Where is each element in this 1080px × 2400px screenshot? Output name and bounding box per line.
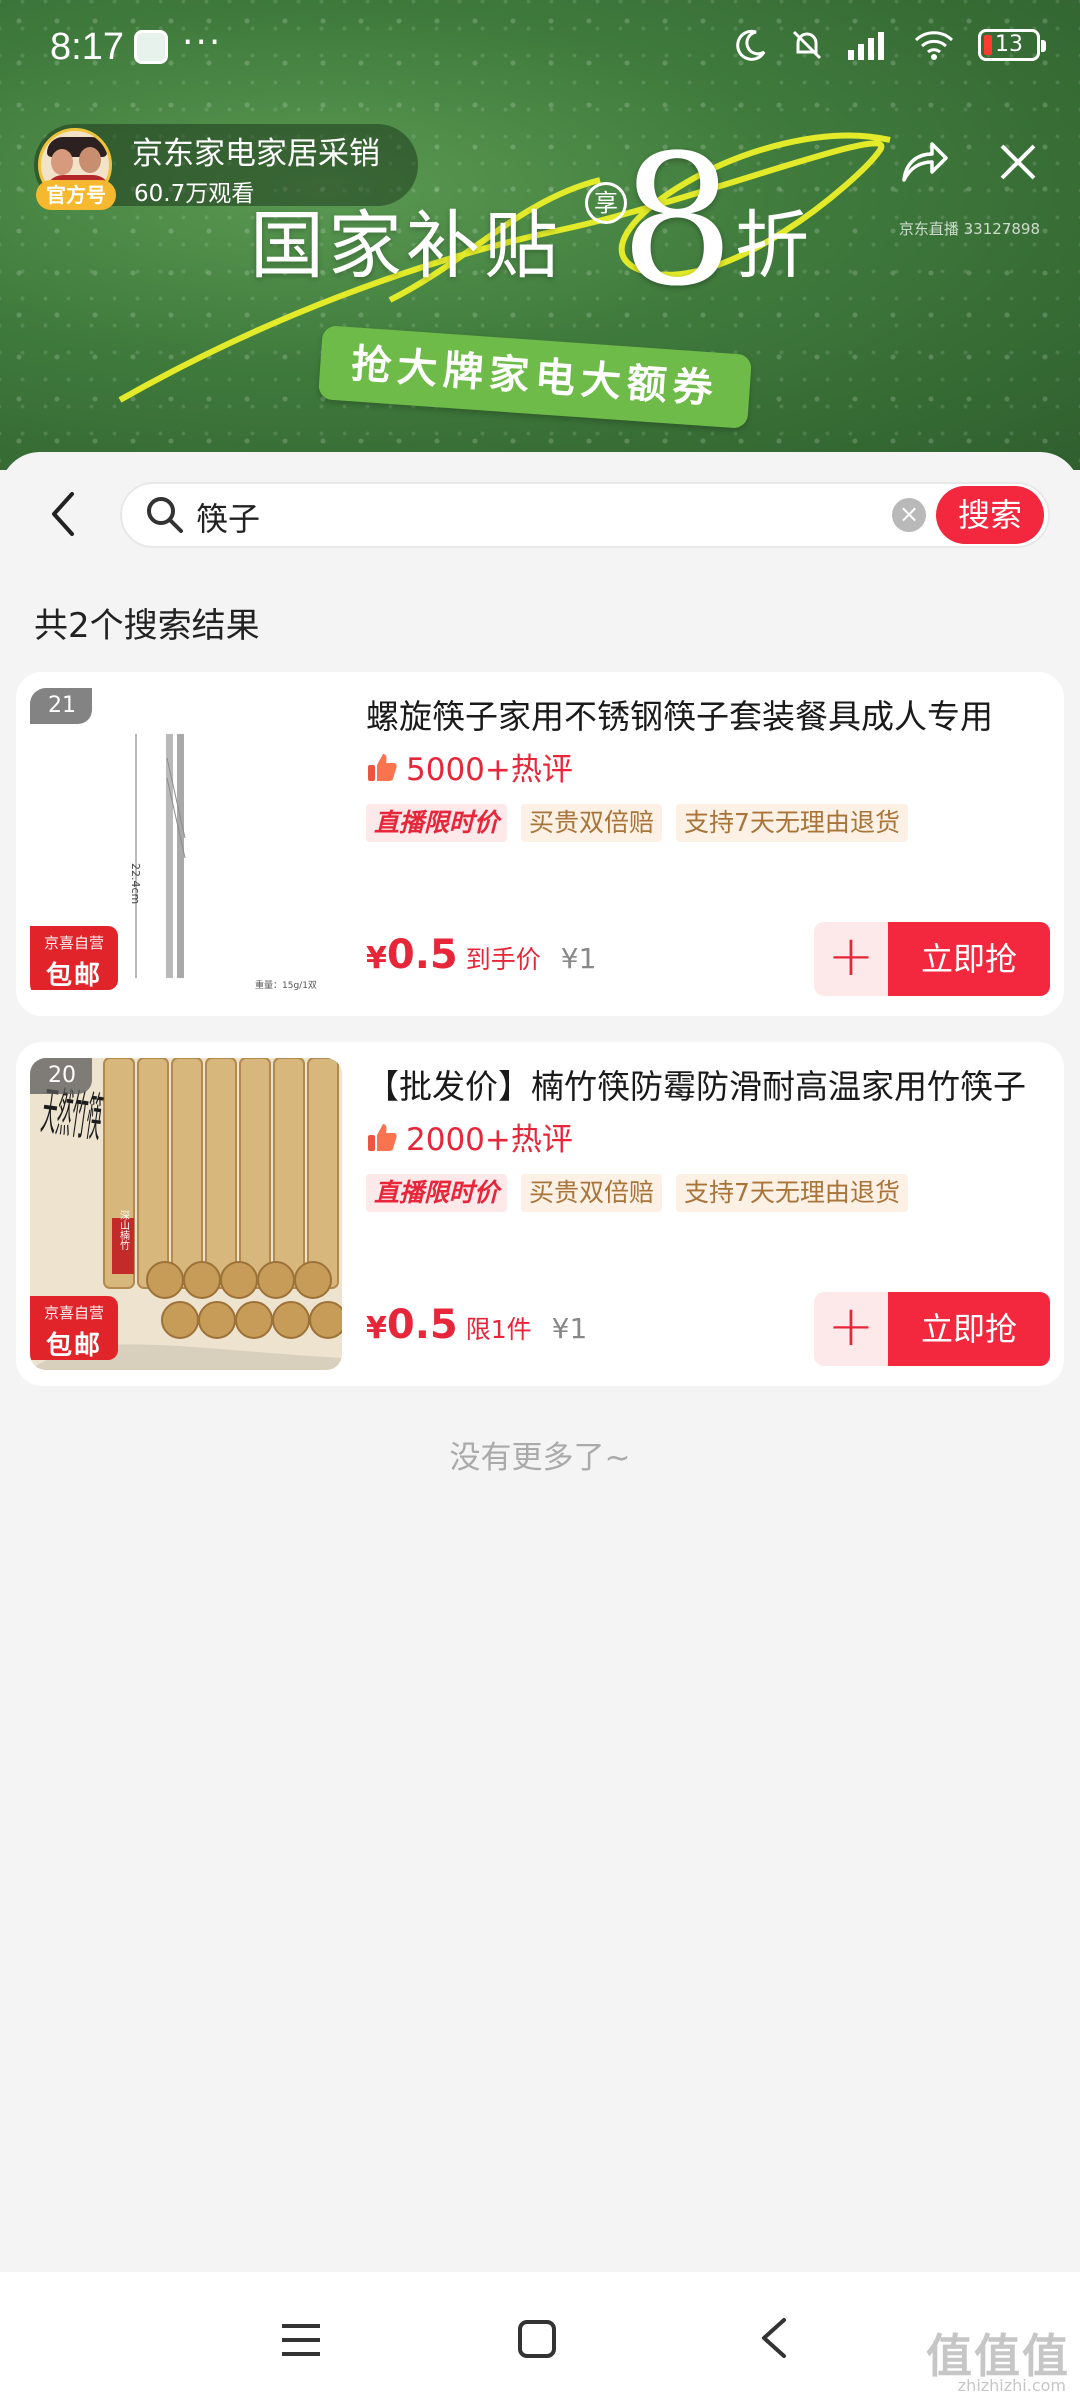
free-shipping-tag: 京喜自营 包邮 xyxy=(30,1296,118,1361)
status-icons: 13 xyxy=(734,28,1046,62)
wifi-icon xyxy=(914,31,954,60)
end-of-list-text: 没有更多了~ xyxy=(449,1440,631,1476)
result-count: 共2个搜索结果 xyxy=(34,606,260,646)
live-host-name[interactable]: 京东家电家居采销 xyxy=(132,128,380,173)
svg-text:22.4cm: 22.4cm xyxy=(129,863,142,904)
original-price: ¥1 xyxy=(551,1312,588,1345)
price-value: 0.5 xyxy=(386,932,458,978)
price-note: 到手价 xyxy=(465,945,541,974)
battery-indicator: 13 xyxy=(978,29,1046,61)
free-shipping-tag: 京喜自营 包邮 xyxy=(30,926,118,991)
tag-live-price: 直播限时价 xyxy=(366,1174,508,1212)
menu-icon[interactable] xyxy=(280,2320,322,2360)
battery-level xyxy=(984,35,992,55)
tag-price-guarantee: 买贵双倍赔 xyxy=(521,1174,663,1212)
bell-muted-icon xyxy=(792,30,822,60)
product-title[interactable]: 螺旋筷子家用不锈钢筷子套装餐具成人专用 xyxy=(366,690,1046,738)
thumbs-up-icon xyxy=(368,753,397,781)
tag-7day-return: 支持7天无理由退货 xyxy=(676,804,908,842)
review-count-text: 2000+热评 xyxy=(406,1122,573,1158)
add-to-cart-button[interactable]: + xyxy=(814,1292,888,1366)
promo-tags: 直播限时价 买贵双倍赔 支持7天无理由退货 xyxy=(366,1174,908,1212)
search-icon xyxy=(147,497,183,533)
status-time: 8:17 xyxy=(50,26,124,68)
buy-now-button[interactable]: 立即抢 xyxy=(888,922,1050,996)
back-chevron-icon[interactable] xyxy=(44,484,84,544)
more-notifications-icon: ··· xyxy=(182,22,223,63)
price-note: 限1件 xyxy=(465,1315,532,1344)
ad-discount-unit: 折 xyxy=(735,203,809,289)
rank-badge: 21 xyxy=(30,688,92,724)
price-block: ¥ 0.5 限1件 ¥1 xyxy=(366,1302,588,1348)
thumbs-up-icon xyxy=(368,1123,397,1151)
review-count: 2000+热评 xyxy=(366,1114,573,1159)
clear-search-icon[interactable]: × xyxy=(892,498,926,532)
search-button[interactable]: 搜索 xyxy=(936,486,1044,544)
moon-icon xyxy=(736,29,766,61)
product-image[interactable]: 22.4cm 重量：15g/1双 21 京喜自营 包邮 xyxy=(30,688,342,1000)
signal-icon xyxy=(848,32,884,60)
rank-badge: 20 xyxy=(30,1058,92,1094)
product-card[interactable]: 22.4cm 重量：15g/1双 21 京喜自营 包邮 螺旋筷子家用不锈钢筷子套… xyxy=(16,672,1064,1016)
home-square-icon[interactable] xyxy=(516,2318,558,2360)
tag-7day-return: 支持7天无理由退货 xyxy=(676,1174,908,1212)
live-viewer-count: 60.7万观看 xyxy=(134,181,255,207)
close-icon[interactable] xyxy=(998,142,1038,182)
review-count: 5000+热评 xyxy=(366,744,573,789)
product-image[interactable]: 天然竹筷 深山楠竹 20 京喜自营 包邮 xyxy=(30,1058,342,1370)
svg-text:深山楠竹: 深山楠竹 xyxy=(118,1210,130,1251)
original-price: ¥1 xyxy=(560,942,597,975)
watermark-url: zhizhizhi.com xyxy=(957,2376,1066,2395)
tag-live-price: 直播限时价 xyxy=(366,804,508,842)
promo-tags: 直播限时价 买贵双倍赔 支持7天无理由退货 xyxy=(366,804,908,842)
add-to-cart-button[interactable]: + xyxy=(814,922,888,996)
price-value: 0.5 xyxy=(386,1302,458,1348)
price-block: ¥ 0.5 到手价 ¥1 xyxy=(366,932,597,978)
review-count-text: 5000+热评 xyxy=(406,752,573,788)
search-query[interactable]: 筷子 xyxy=(196,494,260,540)
status-bar: 8:17 ··· 13 xyxy=(0,0,1080,100)
live-room-id: 京东直播 33127898 xyxy=(898,220,1040,238)
product-title[interactable]: 【批发价】楠竹筷防霉防滑耐高温家用竹筷子 xyxy=(366,1060,1046,1108)
official-badge: 官方号 xyxy=(36,180,116,210)
product-card[interactable]: 天然竹筷 深山楠竹 20 京喜自营 包邮 【批发价】楠竹筷防霉防滑耐高温家用竹筷… xyxy=(16,1042,1064,1386)
tag-price-guarantee: 买贵双倍赔 xyxy=(521,804,663,842)
share-icon[interactable] xyxy=(900,140,948,184)
ad-discount-number: 8 xyxy=(620,117,735,326)
app-notification-icon xyxy=(134,30,168,64)
back-triangle-icon[interactable] xyxy=(756,2314,792,2362)
svg-text:重量：15g/1双: 重量：15g/1双 xyxy=(255,979,317,991)
buy-now-button[interactable]: 立即抢 xyxy=(888,1292,1050,1366)
battery-percent: 13 xyxy=(995,32,1023,57)
